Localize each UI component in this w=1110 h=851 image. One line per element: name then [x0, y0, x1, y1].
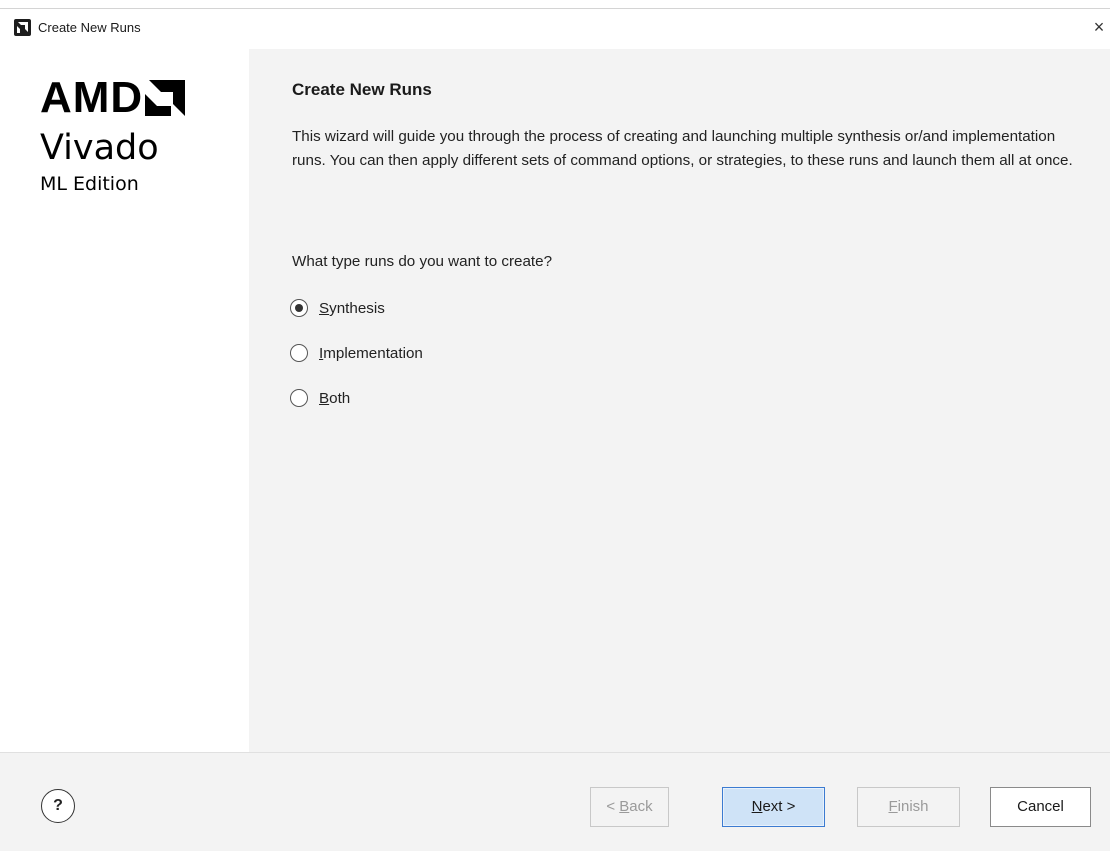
page-description: This wizard will guide you through the p… — [292, 128, 1073, 169]
radio-synthesis[interactable]: Synthesis — [290, 299, 385, 317]
back-button[interactable]: < Back — [590, 787, 669, 827]
radio-button[interactable] — [290, 344, 308, 362]
cancel-button[interactable]: Cancel — [990, 787, 1091, 827]
radio-label-implementation: Implementation — [319, 344, 423, 362]
product-name: Vivado — [40, 128, 159, 168]
radio-both[interactable]: Both — [290, 389, 350, 407]
radio-label-synthesis: Synthesis — [319, 299, 385, 317]
product-edition: ML Edition — [40, 173, 139, 195]
radio-button-selected[interactable] — [290, 299, 308, 317]
title-bar: Create New Runs × — [0, 8, 1110, 49]
amd-logo: AMD — [40, 73, 186, 122]
run-type-question: What type runs do you want to create? — [292, 253, 553, 270]
page-title: Create New Runs — [292, 80, 432, 99]
radio-label-both: Both — [319, 389, 351, 407]
radio-implementation[interactable]: Implementation — [290, 344, 423, 362]
radio-button[interactable] — [290, 389, 308, 407]
window-top-strip — [0, 0, 1110, 8]
help-icon[interactable]: ? — [41, 789, 75, 823]
amd-arrow-icon — [145, 80, 186, 116]
finish-button[interactable]: Finish — [857, 787, 960, 827]
amd-icon — [14, 19, 31, 36]
window-title: Create New Runs — [38, 20, 141, 35]
wizard-content: Create New Runs This wizard will guide y… — [249, 49, 1110, 752]
create-new-runs-dialog: Create New Runs × AMD Vivado ML Edition … — [0, 0, 1110, 851]
sidebar-branding: AMD Vivado ML Edition — [0, 49, 249, 752]
close-icon[interactable]: × — [1088, 15, 1110, 39]
wizard-footer: ? < Back Next > Finish Cancel — [0, 752, 1110, 851]
next-button[interactable]: Next > — [722, 787, 825, 827]
amd-logo-text: AMD — [40, 73, 144, 122]
